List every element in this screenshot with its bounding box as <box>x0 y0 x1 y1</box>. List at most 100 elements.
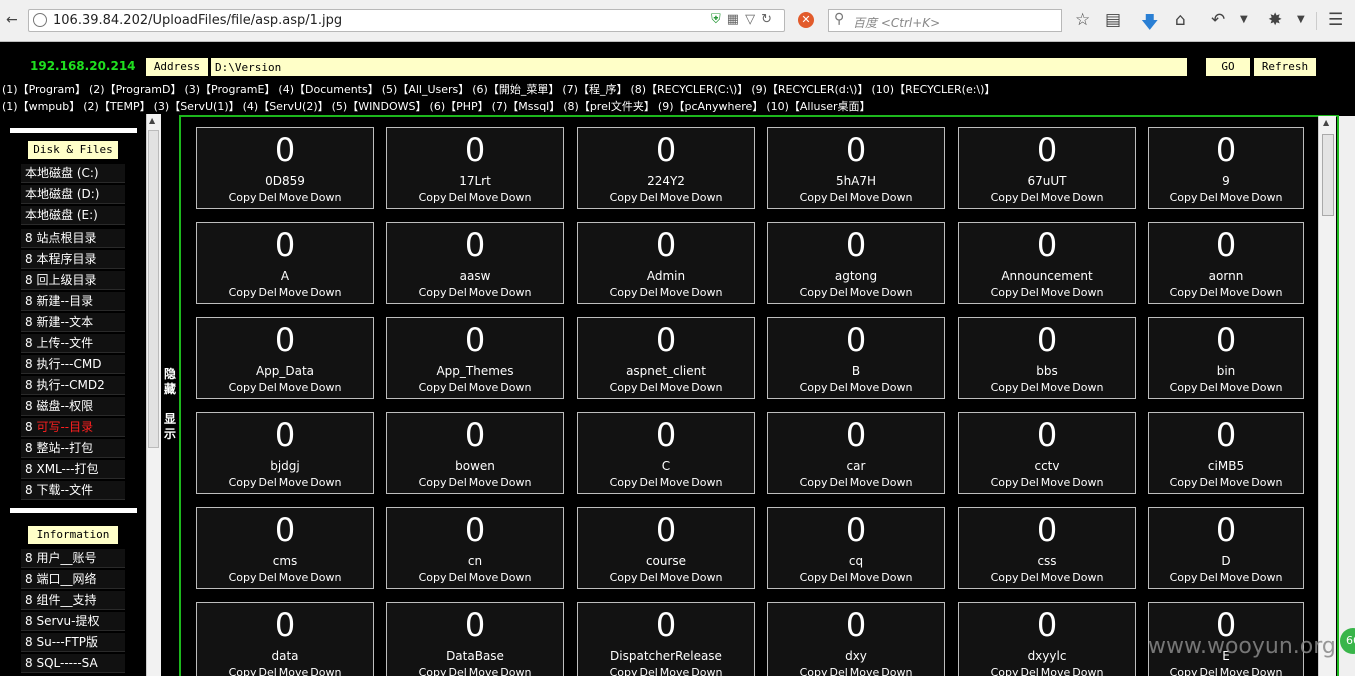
folder-tile[interactable]: 0 9 Copy Del Move Down <box>1148 127 1304 209</box>
folder-tile[interactable]: 0 bjdgj Copy Del Move Down <box>196 412 374 494</box>
folder-name[interactable]: course <box>578 554 754 568</box>
action-del-link[interactable]: Del <box>258 571 276 584</box>
action-down-link[interactable]: Down <box>881 571 912 584</box>
disk-item[interactable]: 本地磁盘 (E:) <box>21 206 125 225</box>
folder-tile[interactable]: 0 0D859 Copy Del Move Down <box>196 127 374 209</box>
folder-name[interactable]: C <box>578 459 754 473</box>
back-arrow-icon[interactable]: ← <box>6 12 18 28</box>
action-copy-link[interactable]: Copy <box>610 571 638 584</box>
sidebar-item[interactable]: 8 下载--文件 <box>21 481 125 500</box>
action-del-link[interactable]: Del <box>448 191 466 204</box>
action-copy-link[interactable]: Copy <box>991 666 1019 676</box>
qr-code-icon[interactable]: ▦ <box>727 12 745 27</box>
action-move-link[interactable]: Move <box>850 571 880 584</box>
action-del-link[interactable]: Del <box>1020 286 1038 299</box>
action-copy-link[interactable]: Copy <box>1170 666 1198 676</box>
folder-name[interactable]: DispatcherRelease <box>578 649 754 663</box>
folder-name[interactable]: 0D859 <box>197 174 373 188</box>
action-down-link[interactable]: Down <box>691 476 722 489</box>
action-move-link[interactable]: Move <box>279 571 309 584</box>
action-down-link[interactable]: Down <box>310 476 341 489</box>
folder-name[interactable]: cq <box>768 554 944 568</box>
action-move-link[interactable]: Move <box>279 191 309 204</box>
action-down-link[interactable]: Down <box>691 191 722 204</box>
sidebar-item[interactable]: 8 本程序目录 <box>21 250 125 269</box>
action-down-link[interactable]: Down <box>1251 476 1282 489</box>
folder-tile[interactable]: 0 DispatcherRelease Copy Del Move Down <box>577 602 755 676</box>
action-down-link[interactable]: Down <box>881 476 912 489</box>
sidebar-item[interactable]: 8 端口__网络 <box>21 570 125 589</box>
action-del-link[interactable]: Del <box>1199 571 1217 584</box>
action-del-link[interactable]: Del <box>1020 191 1038 204</box>
action-copy-link[interactable]: Copy <box>229 191 257 204</box>
action-copy-link[interactable]: Copy <box>1170 381 1198 394</box>
action-down-link[interactable]: Down <box>881 381 912 394</box>
folder-name[interactable]: aornn <box>1149 269 1303 283</box>
folder-tile[interactable]: 0 bin Copy Del Move Down <box>1148 317 1304 399</box>
stop-icon[interactable]: ✕ <box>798 12 814 28</box>
quick-link[interactable]: (6)【PHP】 <box>430 100 489 113</box>
action-del-link[interactable]: Del <box>1020 571 1038 584</box>
action-del-link[interactable]: Del <box>1199 476 1217 489</box>
action-del-link[interactable]: Del <box>258 381 276 394</box>
action-del-link[interactable]: Del <box>258 191 276 204</box>
sidebar-item[interactable]: 8 上传--文件 <box>21 334 125 353</box>
action-copy-link[interactable]: Copy <box>1170 476 1198 489</box>
action-del-link[interactable]: Del <box>639 191 657 204</box>
folder-name[interactable]: 224Y2 <box>578 174 754 188</box>
action-del-link[interactable]: Del <box>258 476 276 489</box>
folder-name[interactable]: bin <box>1149 364 1303 378</box>
action-down-link[interactable]: Down <box>1251 381 1282 394</box>
action-move-link[interactable]: Move <box>1041 191 1071 204</box>
sidebar-scrollbar[interactable]: ▲ <box>146 114 161 676</box>
action-del-link[interactable]: Del <box>829 571 847 584</box>
folder-name[interactable]: App_Themes <box>387 364 563 378</box>
folder-name[interactable]: 17Lrt <box>387 174 563 188</box>
scrollbar-thumb[interactable] <box>1322 134 1334 216</box>
action-del-link[interactable]: Del <box>1199 666 1217 676</box>
addon-icon[interactable]: ✸ <box>1268 10 1282 30</box>
action-down-link[interactable]: Down <box>500 666 531 676</box>
quick-link[interactable]: (2)【ProgramD】 <box>89 83 181 96</box>
sidebar-item[interactable]: 8 回上级目录 <box>21 271 125 290</box>
folder-name[interactable]: 67uUT <box>959 174 1135 188</box>
action-move-link[interactable]: Move <box>469 381 499 394</box>
sidebar-item[interactable]: 8 可写--目录 <box>21 418 125 437</box>
folder-name[interactable]: bjdgj <box>197 459 373 473</box>
action-down-link[interactable]: Down <box>500 476 531 489</box>
action-copy-link[interactable]: Copy <box>229 571 257 584</box>
addon-dropdown-icon[interactable]: ▼ <box>1297 14 1305 25</box>
action-del-link[interactable]: Del <box>448 476 466 489</box>
action-down-link[interactable]: Down <box>1072 381 1103 394</box>
hide-show-toggle[interactable]: 隐藏显示 <box>162 367 178 442</box>
folder-tile[interactable]: 0 App_Data Copy Del Move Down <box>196 317 374 399</box>
folder-tile[interactable]: 0 App_Themes Copy Del Move Down <box>386 317 564 399</box>
action-copy-link[interactable]: Copy <box>419 476 447 489</box>
action-down-link[interactable]: Down <box>691 286 722 299</box>
action-move-link[interactable]: Move <box>850 476 880 489</box>
action-down-link[interactable]: Down <box>310 571 341 584</box>
action-copy-link[interactable]: Copy <box>229 381 257 394</box>
action-down-link[interactable]: Down <box>1251 191 1282 204</box>
action-move-link[interactable]: Move <box>660 476 690 489</box>
action-move-link[interactable]: Move <box>1041 286 1071 299</box>
folder-name[interactable]: 5hA7H <box>768 174 944 188</box>
action-move-link[interactable]: Move <box>850 666 880 676</box>
folder-name[interactable]: agtong <box>768 269 944 283</box>
action-move-link[interactable]: Move <box>469 476 499 489</box>
folder-tile[interactable]: 0 ciMB5 Copy Del Move Down <box>1148 412 1304 494</box>
action-del-link[interactable]: Del <box>639 286 657 299</box>
action-down-link[interactable]: Down <box>1251 666 1282 676</box>
action-down-link[interactable]: Down <box>1072 191 1103 204</box>
folder-tile[interactable]: 0 A Copy Del Move Down <box>196 222 374 304</box>
quick-link[interactable]: (2)【TEMP】 <box>83 100 150 113</box>
action-down-link[interactable]: Down <box>500 191 531 204</box>
action-down-link[interactable]: Down <box>881 286 912 299</box>
folder-name[interactable]: css <box>959 554 1135 568</box>
quick-link[interactable]: (5)【WINDOWS】 <box>332 100 427 113</box>
folder-tile[interactable]: 0 Admin Copy Del Move Down <box>577 222 755 304</box>
action-del-link[interactable]: Del <box>448 286 466 299</box>
action-copy-link[interactable]: Copy <box>800 476 828 489</box>
folder-tile[interactable]: 0 aspnet_client Copy Del Move Down <box>577 317 755 399</box>
action-copy-link[interactable]: Copy <box>610 476 638 489</box>
